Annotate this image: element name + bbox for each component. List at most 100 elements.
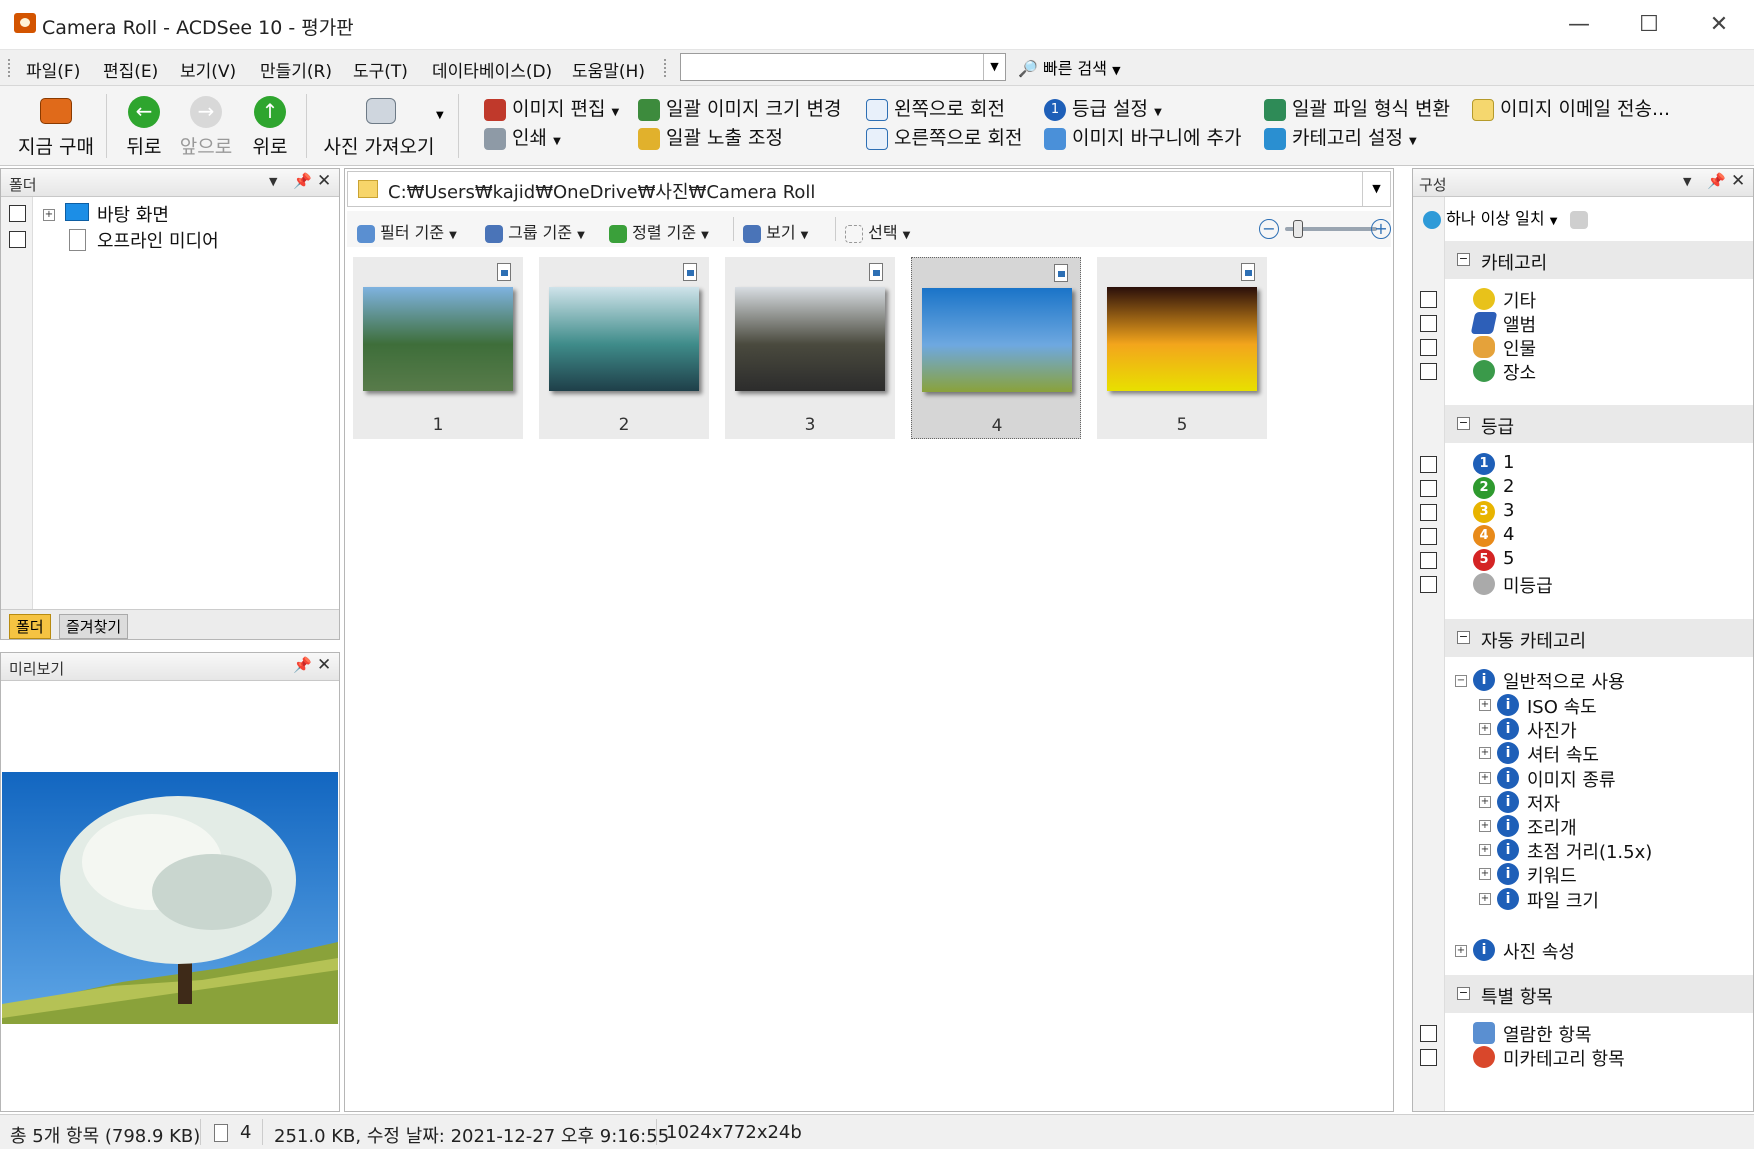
menu-create[interactable]: 만들기(R) (260, 57, 332, 82)
rating-item-checkbox[interactable] (1420, 528, 1437, 545)
folder-item-offline-media[interactable]: 오프라인 미디어 (97, 227, 219, 253)
rating-item-checkbox[interactable] (1420, 456, 1437, 473)
category-item-checkbox[interactable] (1420, 339, 1437, 356)
collapse-icon[interactable]: − (1455, 675, 1467, 687)
expand-icon[interactable]: + (1479, 892, 1491, 905)
thumbnail-item[interactable]: 2 (539, 257, 709, 439)
photo-properties-item[interactable]: 사진 속성 (1503, 938, 1575, 964)
chevron-down-icon[interactable]: ▼ (983, 54, 1005, 80)
zoom-slider-thumb[interactable] (1293, 220, 1304, 238)
expand-icon[interactable]: + (1479, 699, 1491, 711)
collapse-icon[interactable]: − (1457, 987, 1470, 1000)
rating-section-header[interactable]: − 등급 (1445, 405, 1753, 443)
set-rating-button[interactable]: 1 등급 설정 ▼ (1044, 94, 1162, 121)
auto-category-item[interactable]: 키워드 (1527, 862, 1577, 888)
select-button[interactable]: 선택 ▼ (845, 219, 910, 243)
tag-icon[interactable] (1570, 210, 1589, 229)
category-item[interactable]: 인물 (1503, 335, 1536, 361)
special-item-checkbox[interactable] (1420, 1025, 1437, 1042)
auto-category-section-header[interactable]: − 자동 카테고리 (1445, 619, 1753, 657)
up-button[interactable]: ↑ 위로 (244, 96, 296, 162)
rotate-right-button[interactable]: 오른쪽으로 회전 (866, 123, 1022, 150)
chevron-down-icon[interactable]: ▼ (1683, 175, 1691, 188)
email-images-button[interactable]: 이미지 이메일 전송... (1472, 94, 1670, 121)
expand-icon[interactable]: + (1479, 795, 1491, 808)
special-item[interactable]: 미카테고리 항목 (1503, 1045, 1625, 1071)
quick-search-input[interactable]: ▼ (680, 53, 1006, 81)
rating-item[interactable]: 4 (1503, 524, 1514, 545)
match-mode-button[interactable]: 하나 이상 일치 ▼ (1423, 205, 1589, 229)
auto-category-item[interactable]: 셔터 속도 (1527, 741, 1599, 767)
menu-edit[interactable]: 편집(E) (103, 57, 158, 82)
rating-item[interactable]: 5 (1503, 548, 1514, 569)
folder-item-desktop[interactable]: 바탕 화면 (97, 201, 169, 227)
auto-category-item[interactable]: 저자 (1527, 790, 1560, 816)
add-to-basket-button[interactable]: 이미지 바구니에 추가 (1044, 123, 1241, 150)
batch-exposure-button[interactable]: 일괄 노출 조정 (638, 123, 783, 150)
expand-icon[interactable]: + (1479, 723, 1491, 736)
menu-database[interactable]: 데이타베이스(D) (432, 57, 552, 82)
close-icon[interactable]: ✕ (1731, 171, 1745, 191)
batch-convert-button[interactable]: 일괄 파일 형식 변환 (1264, 94, 1450, 121)
thumbnail-item[interactable]: 5 (1097, 257, 1267, 439)
desktop-checkbox[interactable] (9, 205, 26, 222)
rating-item-checkbox[interactable] (1420, 576, 1437, 593)
rating-item-checkbox[interactable] (1420, 552, 1437, 569)
import-photos-button[interactable]: 사진 가져오기 ▼ (318, 96, 448, 162)
thumbnail-item[interactable]: 1 (353, 257, 523, 439)
rating-item[interactable]: 1 (1503, 452, 1514, 473)
category-item-checkbox[interactable] (1420, 315, 1437, 332)
expand-icon[interactable]: + (1455, 945, 1467, 957)
print-button[interactable]: 인쇄 ▼ (484, 123, 561, 150)
expand-icon[interactable]: + (1479, 771, 1491, 784)
rating-item[interactable]: 미등급 (1503, 572, 1553, 598)
auto-category-root[interactable]: 일반적으로 사용 (1503, 668, 1625, 694)
menu-help[interactable]: 도움말(H) (572, 57, 645, 82)
auto-category-item[interactable]: ISO 속도 (1527, 693, 1597, 719)
pin-icon[interactable]: 📌 (1707, 172, 1726, 190)
tab-folders[interactable]: 폴더 (9, 614, 51, 639)
category-item[interactable]: 장소 (1503, 359, 1536, 385)
auto-category-item[interactable]: 사진가 (1527, 717, 1577, 743)
collapse-icon[interactable]: − (1457, 253, 1470, 266)
menu-view[interactable]: 보기(V) (180, 57, 236, 82)
tab-favorites[interactable]: 즐겨찾기 (59, 614, 129, 639)
back-button[interactable]: ← 뒤로 (118, 96, 170, 162)
category-section-header[interactable]: − 카테고리 (1445, 241, 1753, 279)
chevron-down-icon[interactable]: ▼ (1362, 172, 1390, 206)
chevron-down-icon[interactable]: ▼ (269, 175, 277, 188)
view-button[interactable]: 보기 ▼ (743, 219, 808, 243)
zoom-in-icon[interactable]: + (1371, 219, 1391, 239)
filter-button[interactable]: 필터 기준 ▼ (357, 219, 457, 243)
menu-tools[interactable]: 도구(T) (353, 57, 408, 82)
set-category-button[interactable]: 카테고리 설정 ▼ (1264, 123, 1417, 150)
edit-image-button[interactable]: 이미지 편집 ▼ (484, 94, 619, 121)
group-button[interactable]: 그룹 기준 ▼ (485, 219, 585, 243)
offline-media-checkbox[interactable] (9, 231, 26, 248)
category-item[interactable]: 기타 (1503, 287, 1536, 313)
expand-icon[interactable]: + (43, 209, 55, 221)
rating-item[interactable]: 2 (1503, 476, 1514, 497)
special-section-header[interactable]: − 특별 항목 (1445, 975, 1753, 1013)
forward-button[interactable]: → 앞으로 (176, 96, 236, 162)
special-item-checkbox[interactable] (1420, 1049, 1437, 1066)
zoom-out-icon[interactable]: − (1259, 219, 1279, 239)
rating-item-checkbox[interactable] (1420, 504, 1437, 521)
thumbnail-item[interactable]: 3 (725, 257, 895, 439)
category-item-checkbox[interactable] (1420, 291, 1437, 308)
rotate-left-button[interactable]: 왼쪽으로 회전 (866, 94, 1005, 121)
close-window-button[interactable]: ✕ (1684, 0, 1754, 48)
category-item[interactable]: 앨범 (1503, 311, 1536, 337)
expand-icon[interactable]: + (1479, 747, 1491, 760)
maximize-button[interactable]: ☐ (1614, 0, 1684, 48)
auto-category-item[interactable]: 조리개 (1527, 814, 1577, 840)
menu-file[interactable]: 파일(F) (26, 57, 80, 82)
category-item-checkbox[interactable] (1420, 363, 1437, 380)
auto-category-item[interactable]: 초점 거리(1.5x) (1527, 838, 1652, 864)
expand-icon[interactable]: + (1479, 868, 1491, 881)
auto-category-item[interactable]: 이미지 종류 (1527, 766, 1616, 792)
rating-item-checkbox[interactable] (1420, 480, 1437, 497)
close-icon[interactable]: ✕ (317, 655, 331, 675)
thumbnail-item[interactable]: 4 (911, 257, 1081, 439)
special-item[interactable]: 열람한 항목 (1503, 1021, 1592, 1047)
